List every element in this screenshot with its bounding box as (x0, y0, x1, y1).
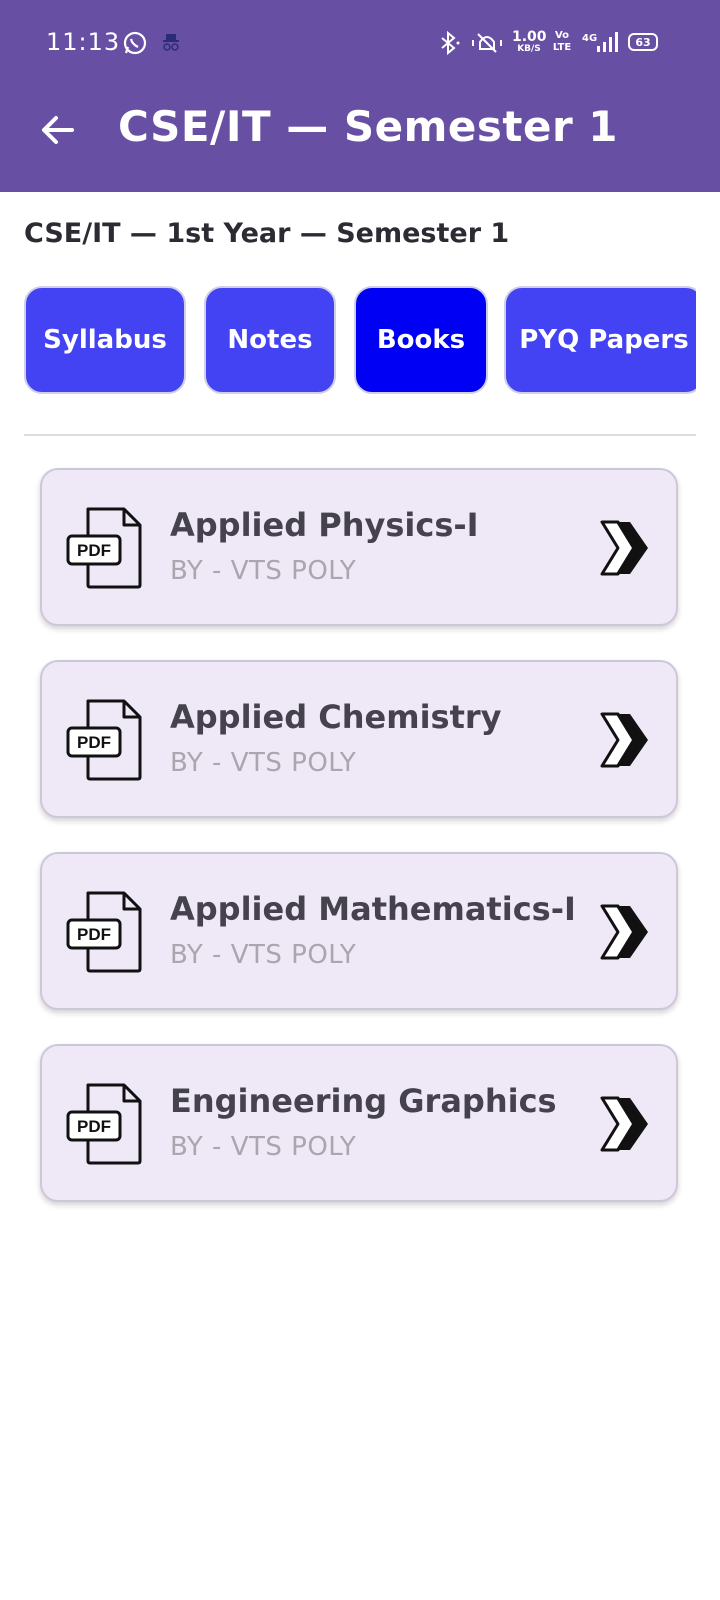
book-title: Applied Chemistry (170, 698, 502, 736)
signal-icon (597, 32, 618, 52)
pdf-file-icon: PDF (66, 891, 142, 973)
page-title: CSE/IT — Semester 1 (118, 102, 619, 151)
battery-level: 63 (635, 35, 651, 49)
page-subtitle: CSE/IT — 1st Year — Semester 1 (24, 218, 510, 249)
status-bar: 11:13 1.00 KB/S Vo LTE 4G 63 (0, 0, 720, 86)
tab-pyq-papers[interactable]: PYQ Papers (504, 286, 696, 394)
pdf-file-icon: PDF (66, 699, 142, 781)
app-bar: CSE/IT — Semester 1 (0, 86, 720, 192)
arrow-left-icon[interactable] (38, 110, 78, 150)
book-author: BY - VTS POLY (170, 940, 357, 970)
tab-label: Syllabus (43, 325, 167, 355)
pdf-file-icon: PDF (66, 1083, 142, 1165)
pdf-file-icon: PDF (66, 507, 142, 589)
book-author: BY - VTS POLY (170, 748, 357, 778)
tab-label: PYQ Papers (519, 325, 689, 355)
double-chevron-right-icon (600, 520, 648, 576)
signal-type: 4G (582, 33, 598, 44)
tab-books[interactable]: Books (354, 286, 488, 394)
book-card[interactable]: PDF Applied Physics-I BY - VTS POLY (40, 468, 678, 626)
double-chevron-right-icon (600, 1096, 648, 1152)
tab-label: Books (376, 325, 466, 355)
book-author: BY - VTS POLY (170, 556, 357, 586)
book-title: Applied Mathematics-I (170, 890, 576, 928)
tab-label: Notes (227, 325, 313, 355)
status-time: 11:13 (46, 28, 121, 56)
tab-syllabus[interactable]: Syllabus (24, 286, 186, 394)
incognito-icon (163, 34, 179, 51)
vibrate-icon (472, 33, 502, 53)
pdf-label: PDF (77, 1117, 111, 1136)
pdf-label: PDF (77, 733, 111, 752)
category-tabs: Syllabus Notes Books PYQ Papers (24, 286, 696, 398)
divider (24, 434, 696, 436)
pdf-label: PDF (77, 925, 111, 944)
pdf-label: PDF (77, 541, 111, 560)
tab-notes[interactable]: Notes (204, 286, 336, 394)
book-card[interactable]: PDF Applied Chemistry BY - VTS POLY (40, 660, 678, 818)
double-chevron-right-icon (600, 712, 648, 768)
battery-icon: 63 (628, 33, 658, 51)
bluetooth-icon (441, 30, 460, 56)
book-card[interactable]: PDF Applied Mathematics-I BY - VTS POLY (40, 852, 678, 1010)
whatsapp-icon (123, 31, 147, 55)
network-speed: 1.00 KB/S (512, 29, 547, 55)
network-speed-value: 1.00 (512, 29, 547, 45)
book-author: BY - VTS POLY (170, 1132, 357, 1162)
double-chevron-right-icon (600, 904, 648, 960)
book-title: Engineering Graphics (170, 1082, 557, 1120)
volte-label: Vo LTE (552, 30, 572, 53)
book-title: Applied Physics-I (170, 506, 479, 544)
network-speed-unit: KB/S (517, 44, 541, 54)
book-card[interactable]: PDF Engineering Graphics BY - VTS POLY (40, 1044, 678, 1202)
